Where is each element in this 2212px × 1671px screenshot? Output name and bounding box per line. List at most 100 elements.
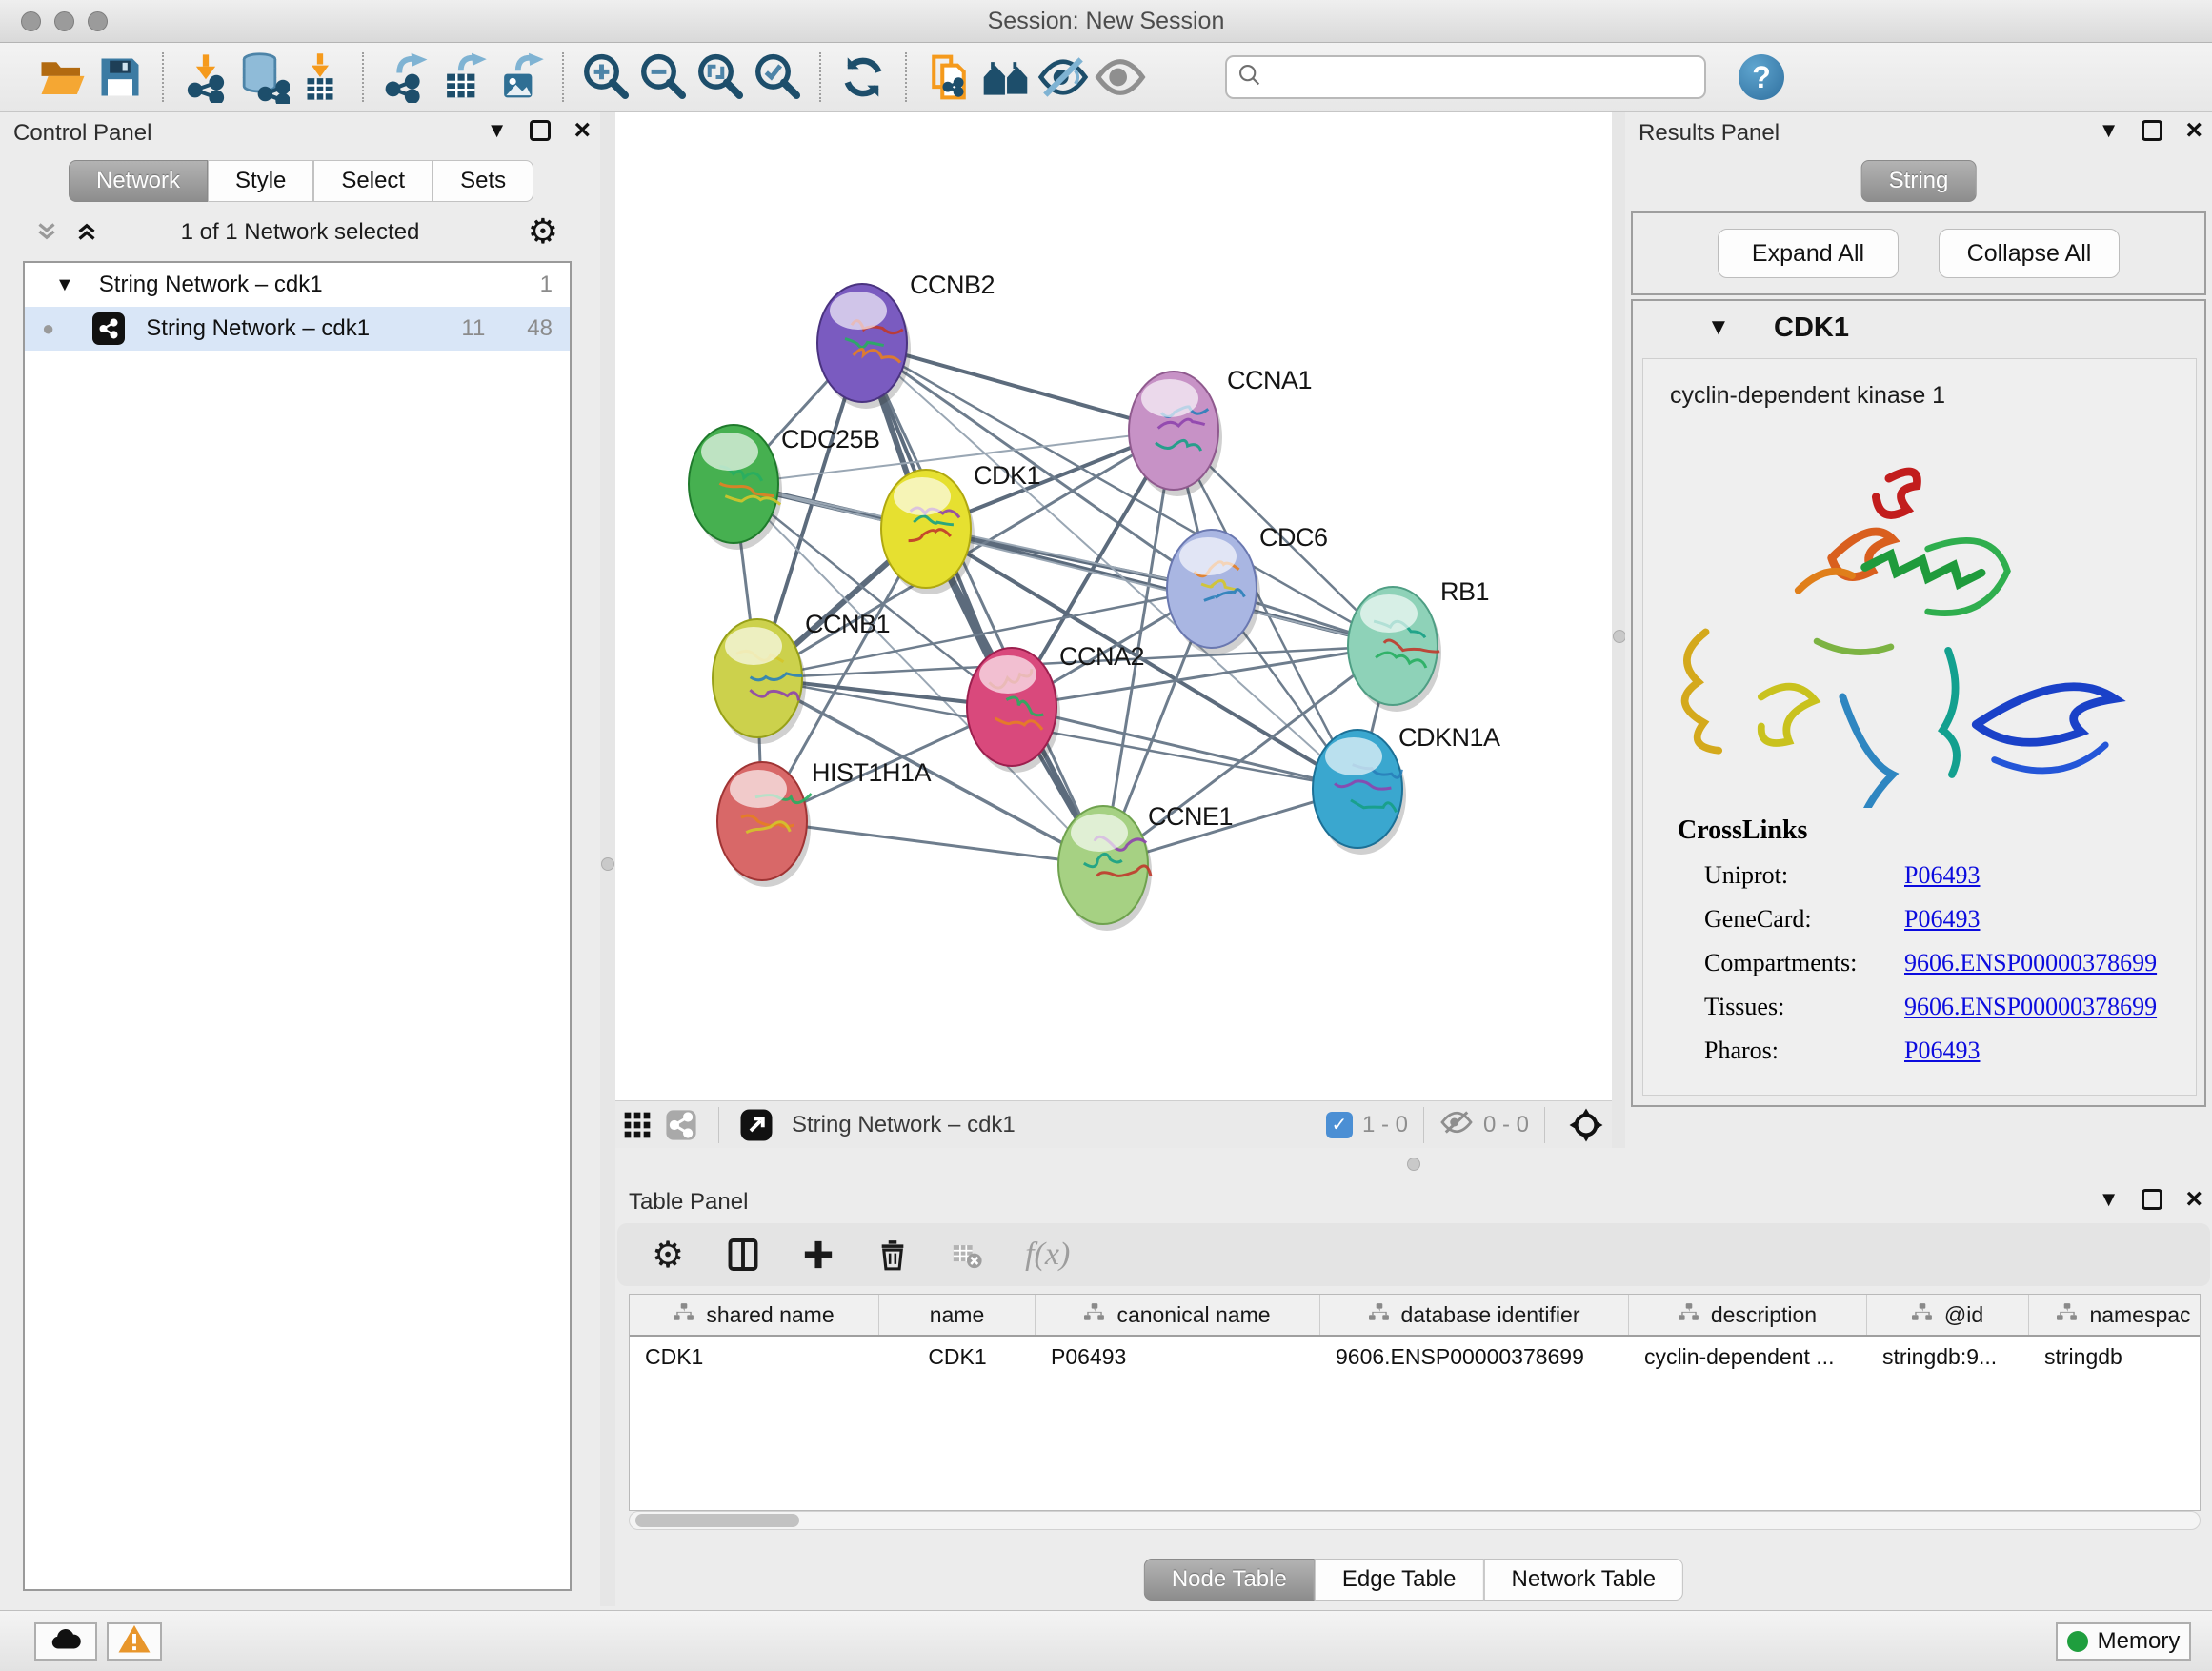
- node-CCNB2[interactable]: CCNB2: [817, 271, 995, 409]
- tab-select[interactable]: Select: [313, 160, 432, 202]
- delete-table-icon[interactable]: [951, 1238, 983, 1271]
- table-cell[interactable]: stringdb: [2029, 1337, 2201, 1377]
- tab-edge-table[interactable]: Edge Table: [1315, 1559, 1484, 1601]
- column-header-shared-name[interactable]: shared name: [630, 1295, 879, 1335]
- export-table-button[interactable]: [434, 49, 492, 106]
- left-splitter-handle[interactable]: [601, 857, 614, 871]
- open-session-button[interactable]: [34, 49, 91, 106]
- edge-HIST1H1A-CCNE1[interactable]: [762, 821, 1103, 865]
- horizontal-splitter[interactable]: [615, 1148, 2212, 1181]
- function-builder-icon[interactable]: f(x): [1025, 1237, 1070, 1273]
- left-splitter[interactable]: [600, 112, 615, 1606]
- first-neighbors-button[interactable]: [977, 49, 1035, 106]
- network-collection-row[interactable]: ▼ String Network – cdk1 1: [25, 263, 570, 307]
- import-table-from-file-button[interactable]: [292, 49, 349, 106]
- tab-sets[interactable]: Sets: [432, 160, 533, 202]
- crosslink-link[interactable]: 9606.ENSP00000378699: [1904, 949, 2157, 977]
- show-columns-icon[interactable]: [726, 1238, 760, 1272]
- column-header-canonical-name[interactable]: canonical name: [1036, 1295, 1320, 1335]
- import-network-from-database-button[interactable]: [234, 49, 292, 106]
- node-CDC6[interactable]: CDC6: [1167, 523, 1328, 654]
- panel-menu-icon[interactable]: ▼: [2099, 118, 2120, 143]
- network-selection-row: 1 of 1 Network selected ⚙: [0, 211, 600, 253]
- node-CDC25B[interactable]: CDC25B: [689, 425, 880, 550]
- column-header-database-identifier[interactable]: database identifier: [1320, 1295, 1629, 1335]
- apply-style-refresh-button[interactable]: [835, 49, 892, 106]
- node-CDK1[interactable]: CDK1: [881, 461, 1040, 594]
- horizontal-splitter-handle[interactable]: [1407, 1158, 1420, 1171]
- entry-expand-icon[interactable]: ▼: [1707, 314, 1730, 341]
- birdseye-grid-button[interactable]: [615, 1097, 659, 1154]
- network-name: String Network – cdk1: [146, 315, 370, 342]
- expand-all-button[interactable]: Expand All: [1718, 229, 1899, 278]
- collection-expand-icon[interactable]: ▼: [55, 274, 74, 296]
- float-panel-icon[interactable]: [2142, 120, 2162, 141]
- tab-string[interactable]: String: [1861, 160, 1977, 202]
- collapse-all-button[interactable]: Collapse All: [1939, 229, 2120, 278]
- table-row[interactable]: CDK1CDK1P064939606.ENSP00000378699cyclin…: [630, 1337, 2200, 1377]
- network-row[interactable]: ● String Network – cdk1 11 48: [25, 307, 570, 351]
- zoom-selected-button[interactable]: [749, 49, 806, 106]
- network-view-share-button[interactable]: [659, 1097, 703, 1154]
- tab-network[interactable]: Network: [69, 160, 208, 202]
- zoom-fit-button[interactable]: [692, 49, 749, 106]
- zoom-out-button[interactable]: [634, 49, 692, 106]
- show-all-button[interactable]: [1092, 49, 1149, 106]
- detach-view-button[interactable]: [734, 1097, 778, 1154]
- column-header-namespac[interactable]: namespac: [2029, 1295, 2201, 1335]
- crosslink-link[interactable]: P06493: [1904, 1037, 1980, 1065]
- column-header-name[interactable]: name: [879, 1295, 1036, 1335]
- node-HIST1H1A[interactable]: HIST1H1A: [717, 758, 932, 887]
- crosslink-link[interactable]: P06493: [1904, 905, 1980, 934]
- panel-menu-icon[interactable]: ▼: [487, 118, 508, 143]
- table-cell[interactable]: 9606.ENSP00000378699: [1320, 1337, 1629, 1377]
- selected-nodes-checkbox[interactable]: ✓: [1326, 1112, 1353, 1138]
- table-options-gear-icon[interactable]: ⚙: [652, 1234, 684, 1277]
- column-header-description[interactable]: description: [1629, 1295, 1867, 1335]
- delete-column-trash-icon[interactable]: [876, 1238, 909, 1271]
- cloud-status-button[interactable]: [34, 1622, 97, 1661]
- search-input[interactable]: [1271, 64, 1695, 91]
- save-session-button[interactable]: [91, 49, 149, 106]
- table-cell[interactable]: CDK1: [879, 1337, 1036, 1377]
- float-panel-icon[interactable]: [530, 120, 551, 141]
- table-horizontal-scrollbar[interactable]: [629, 1511, 2201, 1530]
- export-network-button[interactable]: [377, 49, 434, 106]
- import-network-from-file-button[interactable]: [177, 49, 234, 106]
- zoom-in-button[interactable]: [577, 49, 634, 106]
- column-header-@id[interactable]: @id: [1867, 1295, 2029, 1335]
- tab-network-table[interactable]: Network Table: [1484, 1559, 1684, 1601]
- help-button[interactable]: ?: [1739, 54, 1784, 100]
- network-options-gear-icon[interactable]: ⚙: [528, 211, 558, 252]
- table-cell[interactable]: stringdb:9...: [1867, 1337, 2029, 1377]
- create-column-icon[interactable]: [802, 1238, 835, 1271]
- close-panel-icon[interactable]: ×: [573, 120, 591, 141]
- table-cell[interactable]: P06493: [1036, 1337, 1320, 1377]
- node-CDKN1A[interactable]: CDKN1A: [1313, 723, 1500, 855]
- window-title: Session: New Session: [0, 8, 2212, 35]
- entry-header[interactable]: ▼ CDK1: [1633, 301, 2204, 356]
- export-image-button[interactable]: [492, 49, 549, 106]
- right-splitter-handle[interactable]: [1613, 630, 1626, 643]
- crosslink-link[interactable]: 9606.ENSP00000378699: [1904, 993, 2157, 1021]
- crosslink-link[interactable]: P06493: [1904, 861, 1980, 890]
- panel-menu-icon[interactable]: ▼: [2099, 1187, 2120, 1212]
- float-panel-icon[interactable]: [2142, 1189, 2162, 1210]
- table-cell[interactable]: CDK1: [630, 1337, 879, 1377]
- table-cell[interactable]: cyclin-dependent ...: [1629, 1337, 1867, 1377]
- scrollbar-thumb[interactable]: [635, 1514, 799, 1527]
- hide-selected-button[interactable]: [1035, 49, 1092, 106]
- node-CCNA2[interactable]: CCNA2: [967, 642, 1144, 773]
- network-canvas[interactable]: CCNB2CCNA1CDC25BCDK1CDC6RB1CCNB1CCNA2CDK…: [615, 112, 1612, 1100]
- node-CCNB1[interactable]: CCNB1: [713, 610, 890, 744]
- clone-network-button[interactable]: [920, 49, 977, 106]
- close-panel-icon[interactable]: ×: [2185, 1189, 2202, 1210]
- node-RB1[interactable]: RB1: [1348, 577, 1489, 712]
- close-panel-icon[interactable]: ×: [2185, 120, 2202, 141]
- node-CCNE1[interactable]: CCNE1: [1058, 802, 1233, 931]
- warnings-button[interactable]: [107, 1622, 162, 1661]
- fit-content-button[interactable]: [1560, 1097, 1612, 1154]
- memory-button[interactable]: Memory: [2056, 1622, 2191, 1661]
- tab-style[interactable]: Style: [208, 160, 313, 202]
- tab-node-table[interactable]: Node Table: [1144, 1559, 1315, 1601]
